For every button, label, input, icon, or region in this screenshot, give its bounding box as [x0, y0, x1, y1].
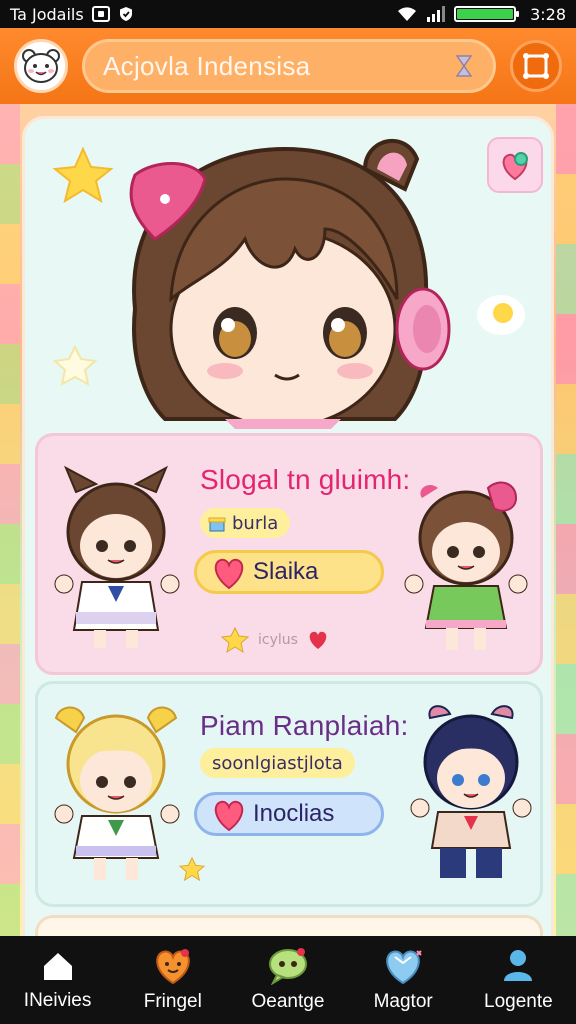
hero-banner: [25, 119, 551, 429]
wifi-icon: [398, 7, 417, 21]
panel-tag: burla: [200, 508, 291, 538]
nav-item-magtor[interactable]: Magtor: [348, 947, 458, 1013]
app-logo[interactable]: [14, 39, 68, 93]
feature-panel-1[interactable]: Slogal tn gluimh: burla Slaika icylus: [35, 433, 543, 675]
nav-item-logente[interactable]: Logente: [463, 947, 573, 1013]
status-bar: Ta Jodails 3:28: [0, 0, 576, 28]
panel-action-button[interactable]: Slaika: [194, 550, 384, 594]
search-bar[interactable]: Acjovla Indensisa: [82, 39, 496, 93]
battery-icon: [454, 6, 520, 22]
heart-icon: [214, 558, 244, 590]
bear-face-icon: [22, 49, 60, 83]
feature-panel-3[interactable]: [35, 915, 543, 936]
panel-title: Slogal tn gluimh:: [200, 464, 411, 495]
nav-item-fringel[interactable]: Fringel: [118, 947, 228, 1013]
chibi-girl-right: [404, 481, 528, 650]
chibi-navy-girl: [410, 705, 532, 878]
gift-icon: [208, 517, 226, 532]
search-input[interactable]: Acjovla Indensisa: [103, 51, 443, 82]
heart-icon: [214, 800, 244, 832]
panel-action-button[interactable]: Inoclias: [194, 792, 384, 836]
status-time-right: 3:28: [530, 4, 566, 24]
heart-gem-icon: [386, 950, 422, 985]
app-header: Acjovla Indensisa: [0, 28, 576, 104]
status-time-left: Ta Jodails: [10, 4, 84, 24]
nav-label: Magtor: [373, 991, 433, 1012]
notification-icon: [91, 6, 110, 22]
star-icon: [220, 626, 250, 654]
hourglass-icon: [455, 55, 473, 77]
nav-label: INeivies: [23, 990, 92, 1011]
chat-bubble-icon: [268, 948, 307, 985]
heart-face-icon: [155, 949, 190, 985]
small-heart-icon: [309, 631, 327, 649]
gem-heart-icon: [502, 152, 528, 181]
chibi-girl-left: [54, 465, 180, 648]
frame-icon: [523, 53, 549, 79]
bottom-nav: INeivies Fringel Oeantge Magtor Logente: [0, 936, 576, 1024]
shield-icon: [119, 7, 132, 21]
panel-note: icylus: [220, 626, 330, 654]
panel-action-label: Slaika: [253, 558, 319, 585]
nav-label: Fringel: [143, 991, 202, 1012]
nav-label: Logente: [484, 991, 553, 1012]
nav-item-home[interactable]: INeivies: [3, 948, 113, 1012]
sparkle-star-icon: [178, 856, 206, 882]
panel-tag: soonlgiastjlota: [200, 748, 355, 778]
panel-tag-text: burla: [232, 512, 279, 534]
hero-character-illustration: [52, 139, 525, 429]
signal-icon: [427, 6, 446, 22]
main-content[interactable]: Slogal tn gluimh: burla Slaika icylus Pi…: [0, 104, 576, 936]
nav-item-oeantge[interactable]: Oeantge: [233, 947, 343, 1013]
nav-label: Oeantge: [251, 991, 325, 1012]
panel-action-label: Inoclias: [253, 800, 335, 827]
panel-tag-text: soonlgiastjlota: [212, 752, 343, 774]
feature-panel-2[interactable]: Piam Ranplaiah: soonlgiastjlota Inoclias: [35, 681, 543, 907]
user-icon: [504, 950, 533, 981]
content-card: Slogal tn gluimh: burla Slaika icylus Pi…: [22, 116, 554, 936]
profile-menu-button[interactable]: [510, 40, 562, 92]
home-icon: [43, 953, 72, 980]
sticker-button[interactable]: [487, 137, 543, 193]
panel-title: Piam Ranplaiah:: [200, 710, 409, 741]
panel-note-text: icylus: [258, 632, 298, 648]
chibi-blonde-girl: [54, 706, 180, 880]
